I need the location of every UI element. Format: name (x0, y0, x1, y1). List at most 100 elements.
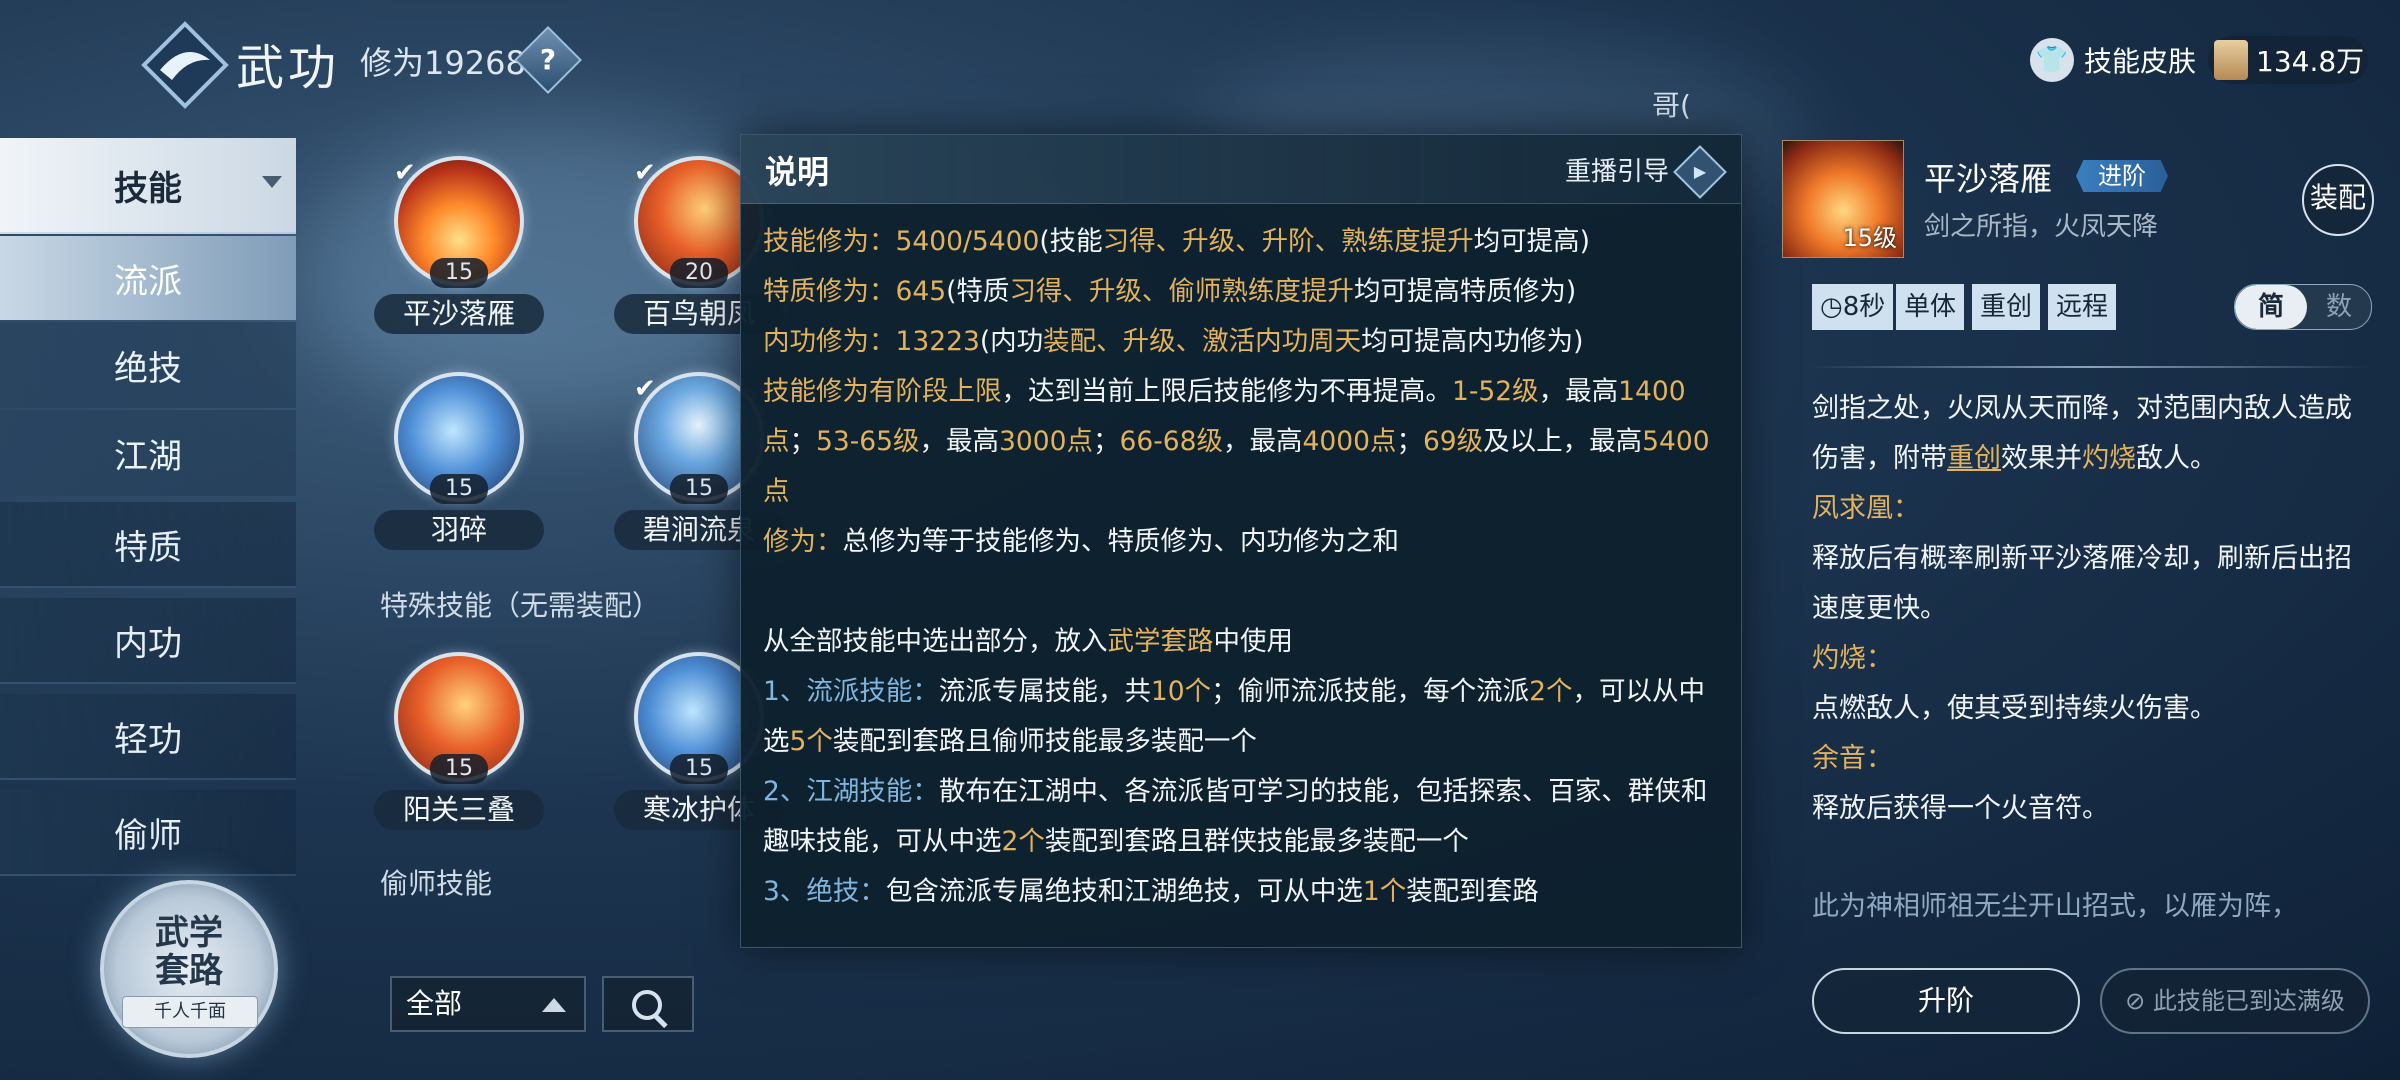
desc-line: 释放后获得一个火音符。 (1812, 793, 2109, 824)
divider (1808, 366, 2368, 368)
help-icon: ? (539, 43, 557, 76)
nav-subtab-ultimate-label: 绝技 (114, 348, 182, 389)
martial-arts-logo-icon (140, 20, 230, 110)
currency-display[interactable]: 134.8万 (2208, 36, 2368, 84)
modal-line: 特质修为：645(特质习得、升级、偷师熟练度提升均可提高特质修为) (763, 276, 1577, 307)
cooldown-tag: ◷8秒 (1812, 284, 1894, 330)
skill-card[interactable]: 15 阳关三叠 (374, 652, 544, 830)
nav-tab-steal[interactable]: 偷师 (0, 790, 296, 876)
cultivation-value: 修为19268 (360, 44, 526, 82)
toggle-numeric[interactable]: 数 (2307, 285, 2371, 329)
skill-name: 羽碎 (374, 510, 544, 550)
desc-line: 点燃敌人，使其受到持续火伤害。 (1812, 693, 2217, 724)
selected-skill-subtitle: 剑之所指，火凤天降 (1924, 212, 2159, 242)
section-label-special: 特殊技能（无需装配） (380, 589, 661, 622)
equip-button[interactable]: 装配 (2302, 164, 2374, 236)
modal-title: 说明 (765, 153, 830, 191)
martial-route-tag: 千人千面 (122, 996, 258, 1028)
skill-level: 15 (670, 474, 728, 504)
nav-tab-trait-label: 特质 (114, 527, 182, 568)
martial-route-button[interactable]: 武学 套路 千人千面 (100, 880, 278, 1058)
toggle-simple[interactable]: 简 (2235, 285, 2307, 329)
nav-subtab-jianghu-label: 江湖 (114, 436, 182, 477)
chevron-down-icon (262, 176, 282, 188)
nav-tab-lightness[interactable]: 轻功 (0, 694, 296, 780)
search-button[interactable] (602, 976, 694, 1032)
effect-tag: 重创 (1972, 284, 2041, 330)
skill-card[interactable]: 15 羽碎 (374, 372, 544, 550)
modal-line: 技能修为：5400/5400(技能习得、升级、升阶、熟练度提升均可提高) (763, 226, 1590, 257)
currency-value: 134.8万 (2256, 45, 2365, 78)
range-tag: 远程 (2048, 284, 2117, 330)
max-level-label: 此技能已到达满级 (2152, 987, 2345, 1015)
nav-tab-steal-label: 偷师 (114, 815, 182, 856)
target-tag: 单体 (1896, 284, 1965, 330)
skill-icon: 15 (394, 652, 524, 784)
chevron-up-icon (542, 998, 566, 1012)
modal-line: 技能修为有阶段上限，达到当前上限后技能修为不再提高。1-52级，最高1400点；… (763, 376, 1710, 507)
nav-subtab-jianghu[interactable]: 江湖 (0, 410, 296, 496)
martial-route-title: 武学 套路 (155, 913, 223, 991)
selected-skill-name: 平沙落雁 (1924, 160, 2053, 198)
desc-heading: 凤求凰： (1812, 493, 1920, 524)
skill-level: 15 (430, 258, 488, 288)
detail-mode-toggle[interactable]: 简 数 (2234, 284, 2372, 330)
nav-subtab-school-label: 流派 (114, 261, 182, 302)
skill-skin-button[interactable]: 👕 技能皮肤 (2030, 36, 2196, 84)
nav-subtab-school[interactable]: 流派 (0, 236, 296, 320)
partial-label: 哥( (1652, 89, 1691, 122)
desc-heading: 灼烧： (1812, 643, 1893, 674)
nav-tab-skill-label: 技能 (114, 168, 182, 209)
skill-level: 20 (670, 258, 728, 288)
modal-line: 1、流派技能：流派专属技能，共10个；偷师流派技能，每个流派2个，可以从中选5个… (763, 676, 1705, 757)
scroll-currency-icon (2214, 40, 2248, 80)
nav-tab-skill[interactable]: 技能 (0, 138, 296, 234)
shirt-icon: 👕 (2030, 38, 2074, 82)
search-icon-handle (654, 1014, 668, 1029)
check-icon: ✔ (394, 158, 416, 188)
nav-subtab-ultimate[interactable]: 绝技 (0, 322, 296, 408)
nav-tab-inner-skill[interactable]: 内功 (0, 598, 296, 684)
modal-spacer (763, 567, 1723, 617)
skill-description: 剑指之处，火凤从天而降，对范围内敌人造成伤害，附带重创效果并灼烧敌人。 凤求凰：… (1812, 384, 2372, 834)
selected-skill-icon: 15级 (1782, 140, 1904, 258)
section-label-steal: 偷师技能 (380, 867, 493, 900)
skill-level: 15 (430, 474, 488, 504)
skill-skin-label: 技能皮肤 (2084, 45, 2197, 78)
nav-tab-inner-skill-label: 内功 (114, 623, 182, 664)
skill-name: 阳关三叠 (374, 790, 544, 830)
clock-icon: ◷ (1820, 292, 1843, 322)
desc-line: 剑指之处，火凤从天而降，对范围内敌人造成伤害，附带重创效果并灼烧敌人。 (1812, 393, 2352, 474)
modal-line: 3、绝技：包含流派专属绝技和江湖绝技，可从中选1个装配到套路 (763, 876, 1539, 907)
modal-line: 2、江湖技能：散布在江湖中、各流派皆可学习的技能，包括探索、百家、群侠和趣味技能… (763, 776, 1708, 857)
skill-icon: 15 (394, 372, 524, 504)
check-icon: ✔ (634, 158, 656, 188)
skill-level: 15 (670, 754, 728, 784)
max-level-button: ⊘ 此技能已到达满级 (2100, 968, 2370, 1034)
skill-card[interactable]: ✔ 15 平沙落雁 (374, 156, 544, 334)
skill-icon: ✔ 15 (394, 156, 524, 288)
modal-line: 修为：总修为等于技能修为、特质修为、内功修为之和 (763, 526, 1399, 557)
advance-badge[interactable]: 进阶 (2076, 160, 2168, 192)
modal-line: 从全部技能中选出部分，放入武学套路中使用 (763, 626, 1293, 657)
filter-selected-value: 全部 (406, 987, 463, 1020)
replay-guide-button[interactable]: 重播引导 (1565, 151, 1669, 188)
skill-name: 平沙落雁 (374, 294, 544, 334)
explanation-modal[interactable]: 说明 重播引导 ▶ 技能修为：5400/5400(技能习得、升级、升阶、熟练度提… (740, 134, 1742, 948)
modal-body: 技能修为：5400/5400(技能习得、升级、升阶、熟练度提升均可提高) 特质修… (763, 217, 1723, 917)
skill-level: 15 (430, 754, 488, 784)
desc-heading: 余音： (1812, 743, 1893, 774)
play-icon[interactable]: ▶ (1673, 145, 1727, 199)
page-title: 武功 (236, 40, 341, 96)
skill-lore: 此为神相师祖无尘开山招式，以雁为阵， (1812, 891, 2298, 922)
selected-skill-level: 15级 (1842, 224, 1897, 252)
desc-line: 释放后有概率刷新平沙落雁冷却，刷新后出招速度更快。 (1812, 543, 2352, 624)
modal-line: 内功修为：13223(内功装配、升级、激活内功周天均可提高内功修为) (763, 326, 1584, 357)
nav-tab-lightness-label: 轻功 (114, 719, 182, 760)
nav-tab-trait[interactable]: 特质 (0, 502, 296, 588)
filter-dropdown[interactable]: 全部 (390, 976, 586, 1032)
check-icon: ✔ (634, 374, 656, 404)
disabled-icon: ⊘ (2125, 987, 2153, 1015)
modal-header: 说明 重播引导 ▶ (741, 135, 1741, 204)
upgrade-button[interactable]: 升阶 (1812, 968, 2080, 1034)
